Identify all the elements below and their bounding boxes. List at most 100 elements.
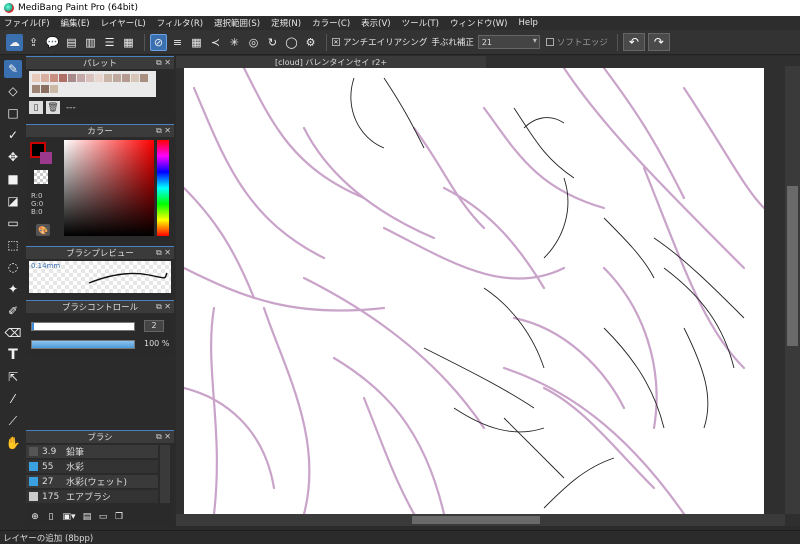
- eraser-tool-icon[interactable]: ◇: [4, 82, 22, 100]
- menu-view[interactable]: 表示(V): [361, 17, 390, 29]
- brush-item[interactable]: 55 水彩: [26, 460, 158, 473]
- snap-off-icon[interactable]: ⊘: [150, 33, 167, 51]
- horizontal-scrollbar[interactable]: [176, 514, 785, 526]
- lasso-tool-icon[interactable]: ◌: [4, 258, 22, 276]
- palette-swatch[interactable]: [41, 85, 49, 93]
- menu-tool[interactable]: ツール(T): [402, 17, 439, 29]
- brush-item[interactable]: 175 エアブラシ: [26, 490, 158, 503]
- stabilizer-select[interactable]: 21: [477, 35, 540, 49]
- palette-swatch[interactable]: [122, 74, 130, 82]
- list-icon[interactable]: ☰: [101, 34, 118, 51]
- menu-file[interactable]: ファイル(F): [4, 17, 50, 29]
- palette-swatch[interactable]: [50, 85, 58, 93]
- vertical-scroll-thumb[interactable]: [787, 186, 798, 346]
- vertical-scrollbar[interactable]: [785, 66, 800, 514]
- bucket-tool-icon[interactable]: ◪: [4, 192, 22, 210]
- brush-item[interactable]: 27 水彩(ウェット): [26, 475, 158, 488]
- panel-controls-icon[interactable]: ⧉ ✕: [156, 432, 171, 442]
- upload-icon[interactable]: ⇪: [25, 34, 42, 51]
- magic-wand-tool-icon[interactable]: ✦: [4, 280, 22, 298]
- document-tab[interactable]: [cloud] バレンタインセイ r2+: [176, 56, 486, 68]
- palette-swatch[interactable]: [59, 74, 67, 82]
- text-tool-icon[interactable]: T: [4, 346, 22, 364]
- radial-snap-icon[interactable]: ✳: [226, 34, 243, 51]
- palette-swatch[interactable]: [113, 74, 121, 82]
- palette-swatch[interactable]: [50, 74, 58, 82]
- panel-controls-icon[interactable]: ⧉ ✕: [156, 58, 171, 68]
- brush-item[interactable]: 3.9 鉛筆: [26, 445, 158, 458]
- brush-opacity-slider[interactable]: [31, 340, 135, 349]
- copy-icon[interactable]: ❐: [112, 510, 126, 523]
- menu-filter[interactable]: フィルタ(R): [157, 17, 203, 29]
- divide-tool-icon[interactable]: ⁄: [4, 390, 22, 408]
- palette-swatch[interactable]: [77, 74, 85, 82]
- gradient-tool-icon[interactable]: ▭: [4, 214, 22, 232]
- menu-select[interactable]: 選択範囲(S): [214, 17, 260, 29]
- folder-icon[interactable]: ▭: [96, 510, 110, 523]
- redo-button[interactable]: ↷: [647, 33, 670, 51]
- palette-swatch[interactable]: [140, 74, 148, 82]
- delete-palette-icon[interactable]: 🗑: [46, 101, 60, 114]
- palette-swatch[interactable]: [131, 74, 139, 82]
- dot-tool-icon[interactable]: □: [4, 104, 22, 122]
- menu-window[interactable]: ウィンドウ(W): [450, 17, 508, 29]
- brush-tool-icon[interactable]: ✎: [4, 60, 22, 78]
- comment-icon[interactable]: 💬: [44, 34, 61, 51]
- brush-menu-icon[interactable]: ▣▾: [60, 510, 78, 523]
- panel-controls-icon[interactable]: ⧉ ✕: [156, 126, 171, 136]
- palette-panel: パレット ⧉ ✕ ▯ 🗑 ---: [26, 56, 174, 118]
- palette-color-icon[interactable]: 🎨: [36, 224, 50, 236]
- settings-icon[interactable]: ⚙: [302, 34, 319, 51]
- panel-controls-icon[interactable]: ⧉ ✕: [156, 248, 171, 258]
- curve-snap-icon[interactable]: ↻: [264, 34, 281, 51]
- perspective-snap-icon[interactable]: ≺: [207, 34, 224, 51]
- panel-controls-icon[interactable]: ⧉ ✕: [156, 302, 171, 312]
- palette-swatch[interactable]: [95, 74, 103, 82]
- palette-swatch[interactable]: [41, 74, 49, 82]
- menu-help[interactable]: Help: [518, 18, 537, 28]
- palette-swatch[interactable]: [32, 85, 40, 93]
- fill-rect-tool-icon[interactable]: ■: [4, 170, 22, 188]
- antialias-checkbox[interactable]: ✕: [332, 38, 340, 46]
- menu-ruler[interactable]: 定規(N): [271, 17, 301, 29]
- brush-settings-icon[interactable]: ▤: [80, 510, 94, 523]
- menu-layer[interactable]: レイヤー(L): [101, 17, 146, 29]
- document-icon[interactable]: ▥: [82, 34, 99, 51]
- move-tool-icon[interactable]: ✥: [4, 148, 22, 166]
- secondary-color-swatch[interactable]: [40, 152, 52, 164]
- select-eraser-icon[interactable]: ⌫: [4, 324, 22, 342]
- palette-swatch[interactable]: [32, 74, 40, 82]
- palette-swatch[interactable]: [104, 74, 112, 82]
- menu-color[interactable]: カラー(C): [312, 17, 350, 29]
- soft-edge-checkbox[interactable]: [545, 38, 554, 46]
- horizontal-scroll-thumb[interactable]: [412, 516, 540, 524]
- hand-tool-icon[interactable]: ✋: [4, 434, 22, 452]
- concentric-snap-icon[interactable]: ◎: [245, 34, 262, 51]
- brush-size-value[interactable]: 2: [144, 320, 164, 332]
- brush-list-scrollbar[interactable]: [160, 445, 170, 503]
- canvas-paper[interactable]: [184, 68, 764, 514]
- ellipse-snap-icon[interactable]: ◯: [283, 34, 300, 51]
- select-pen-icon[interactable]: ✐: [4, 302, 22, 320]
- grid-list-icon[interactable]: ▦: [120, 34, 137, 51]
- cloud-icon[interactable]: ☁: [6, 33, 23, 51]
- rect-select-tool-icon[interactable]: ⬚: [4, 236, 22, 254]
- eyedropper-tool-icon[interactable]: ⟋: [4, 412, 22, 430]
- transparent-color-icon[interactable]: [34, 170, 48, 184]
- color-sv-picker[interactable]: [64, 140, 154, 236]
- new-brush-icon[interactable]: ▯: [44, 510, 58, 523]
- operation-tool-icon[interactable]: ⇱: [4, 368, 22, 386]
- brush-size-slider[interactable]: [31, 322, 135, 331]
- add-brush-icon[interactable]: ⊕: [28, 510, 42, 523]
- new-palette-icon[interactable]: ▯: [29, 101, 43, 114]
- palette-swatch[interactable]: [68, 74, 76, 82]
- undo-button[interactable]: ↶: [622, 33, 645, 51]
- hue-slider[interactable]: [157, 140, 169, 236]
- menu-edit[interactable]: 編集(E): [61, 17, 90, 29]
- message-icon[interactable]: ▤: [63, 34, 80, 51]
- grid-snap-icon[interactable]: ▦: [188, 34, 205, 51]
- parallel-snap-icon[interactable]: ≡: [169, 34, 186, 51]
- palette-swatches[interactable]: [29, 71, 156, 97]
- palette-swatch[interactable]: [86, 74, 94, 82]
- select-pen-tool-icon[interactable]: ✓: [4, 126, 22, 144]
